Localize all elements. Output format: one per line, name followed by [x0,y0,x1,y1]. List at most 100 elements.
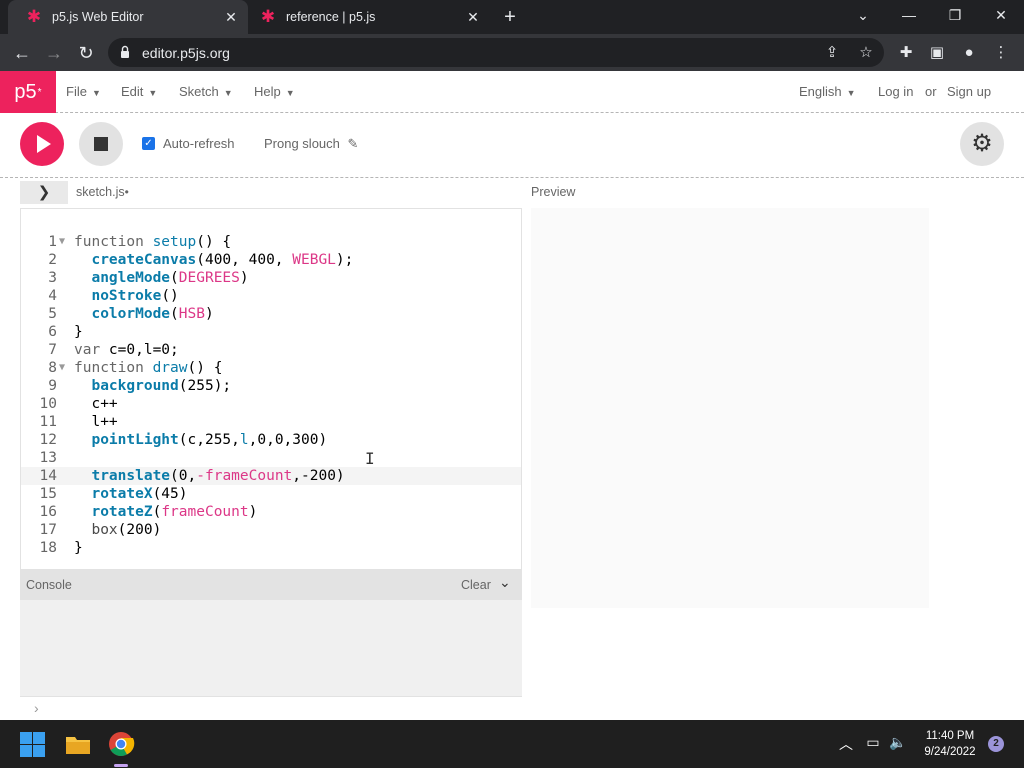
menu-label: File [66,84,87,99]
console-output [20,600,522,696]
code-line[interactable]: 2 createCanvas(400, 400, WEBGL); [21,251,521,269]
network-icon[interactable]: ▭ [863,734,883,751]
line-number: 10 [39,396,57,412]
forward-arrow-icon[interactable]: → [42,41,66,65]
tray-overflow-chevron-icon[interactable]: ︿ [836,734,856,754]
language-selector[interactable]: English ▼ [799,84,856,99]
browser-tab-p5-editor[interactable]: ✱ p5.js Web Editor ✕ [8,0,248,34]
code-line[interactable]: 7 var c=0,l=0; [21,341,521,359]
console-input[interactable]: › [20,696,522,720]
caret-down-icon: ▼ [148,88,158,98]
console-header: Console Clear ⌄ [20,570,522,600]
menu-label: Edit [121,84,144,99]
collapse-chevron-icon[interactable]: ⌄ [499,574,511,591]
chrome-browser-icon[interactable] [107,730,135,758]
code-text: var c=0,l=0; [74,342,179,358]
line-number: 11 [39,414,57,430]
reload-icon[interactable]: ↻ [74,41,98,65]
code-line[interactable]: 13 [21,449,521,467]
code-line[interactable]: 1 ▼ function setup() { [21,233,521,251]
code-text: } [74,540,83,556]
extensions-puzzle-icon[interactable]: ✚ [895,42,917,64]
active-app-indicator [114,764,128,767]
system-clock[interactable]: 11:40 PM 9/24/2022 [918,728,982,760]
tab-title: p5.js Web Editor [52,10,144,24]
auto-refresh-checkbox[interactable]: ✓ [142,137,155,150]
code-line[interactable]: 18} [21,539,521,557]
share-icon[interactable]: ⇪ [822,43,842,63]
tab-search-chevron-icon[interactable]: ⌄ [840,0,886,34]
close-icon[interactable]: ✕ [220,9,242,26]
sketch-name[interactable]: Prong slouch ✎ [264,136,358,152]
profile-avatar-icon[interactable]: ● [958,42,980,64]
code-line[interactable]: 15 rotateX(45) [21,485,521,503]
code-text: } [74,324,83,340]
auto-refresh-toggle[interactable]: ✓ Auto-refresh [142,136,235,151]
code-line[interactable]: 5 colorMode(HSB) [21,305,521,323]
or-text: or [925,84,937,99]
code-line[interactable]: 11 l++ [21,413,521,431]
code-line[interactable]: 4 noStroke() [21,287,521,305]
p5-logo[interactable]: p5 * [0,71,56,113]
code-text: angleMode(DEGREES) [91,270,249,286]
menu-file[interactable]: File ▼ [66,84,101,99]
caret-down-icon: ▼ [285,88,295,98]
menu-label: Sketch [179,84,219,99]
code-lines[interactable]: 1 ▼ function setup() {2 createCanvas(400, … [21,233,521,557]
file-tab[interactable]: sketch.js• [76,185,129,199]
code-editor[interactable]: 1 ▼ function setup() {2 createCanvas(400, … [20,208,522,570]
file-explorer-folder-icon[interactable] [64,730,92,758]
pencil-icon[interactable]: ✎ [348,136,359,151]
url-text[interactable]: editor.p5js.org [142,45,230,61]
language-label: English [799,84,842,99]
signup-link[interactable]: Sign up [947,84,991,99]
line-number: 6 [48,324,57,340]
code-text: c++ [74,396,118,412]
line-number: 18 [39,540,57,556]
line-number: 12 [39,432,57,448]
fold-triangle-icon[interactable]: ▼ [59,359,65,377]
browser-tab-reference[interactable]: ✱ reference | p5.js ✕ [250,0,490,34]
play-button[interactable] [20,122,64,166]
volume-icon[interactable]: 🔈 [888,734,908,751]
code-line[interactable]: 3 angleMode(DEGREES) [21,269,521,287]
lock-icon [121,45,129,58]
code-line[interactable]: 10 c++ [21,395,521,413]
menu-edit[interactable]: Edit ▼ [121,84,157,99]
settings-gear-button[interactable]: ⚙ [960,122,1004,166]
code-line[interactable]: 14 translate(0,-frameCount,-200) [21,467,521,485]
preview-canvas[interactable] [531,208,929,608]
menu-help[interactable]: Help ▼ [254,84,295,99]
close-icon[interactable]: ✕ [462,9,484,26]
bookmark-star-icon[interactable]: ☆ [856,43,876,63]
side-panel-icon[interactable]: ▣ [926,42,948,64]
code-text: translate(0,-frameCount,-200) [91,468,345,484]
minimize-icon[interactable]: — [886,0,932,34]
code-line[interactable]: 9 background(255); [21,377,521,395]
code-line[interactable]: 8 ▼ function draw() { [21,359,521,377]
windows-start-icon[interactable] [20,730,48,758]
new-tab-plus-icon[interactable]: + [498,5,522,29]
login-link[interactable]: Log in [878,84,913,99]
code-line[interactable]: 12 pointLight(c,255,l,0,0,300) [21,431,521,449]
menu-sketch[interactable]: Sketch ▼ [179,84,233,99]
sidebar-toggle-chevron-icon[interactable]: ❯ [20,181,68,204]
restore-icon[interactable]: ❐ [932,0,978,34]
code-line[interactable]: 17 box(200) [21,521,521,539]
browser-menu-dots-icon[interactable]: ⋮ [990,42,1012,64]
console-title: Console [26,578,72,592]
caret-down-icon: ▼ [223,88,233,98]
back-arrow-icon[interactable]: ← [10,41,34,65]
line-number: 8 [48,360,57,376]
window-close-icon[interactable]: ✕ [978,0,1024,34]
p5-asterisk-icon: ✱ [260,7,276,26]
line-number: 14 [39,468,57,484]
fold-triangle-icon[interactable]: ▼ [59,233,65,251]
code-line[interactable]: 6} [21,323,521,341]
url-omnibox[interactable]: editor.p5js.org ⇪ ☆ [108,38,884,67]
stop-button[interactable] [79,122,123,166]
notification-badge[interactable]: 2 [988,736,1004,752]
code-text: function draw() { [74,360,223,376]
code-line[interactable]: 16 rotateZ(frameCount) [21,503,521,521]
console-clear-button[interactable]: Clear [461,578,491,592]
